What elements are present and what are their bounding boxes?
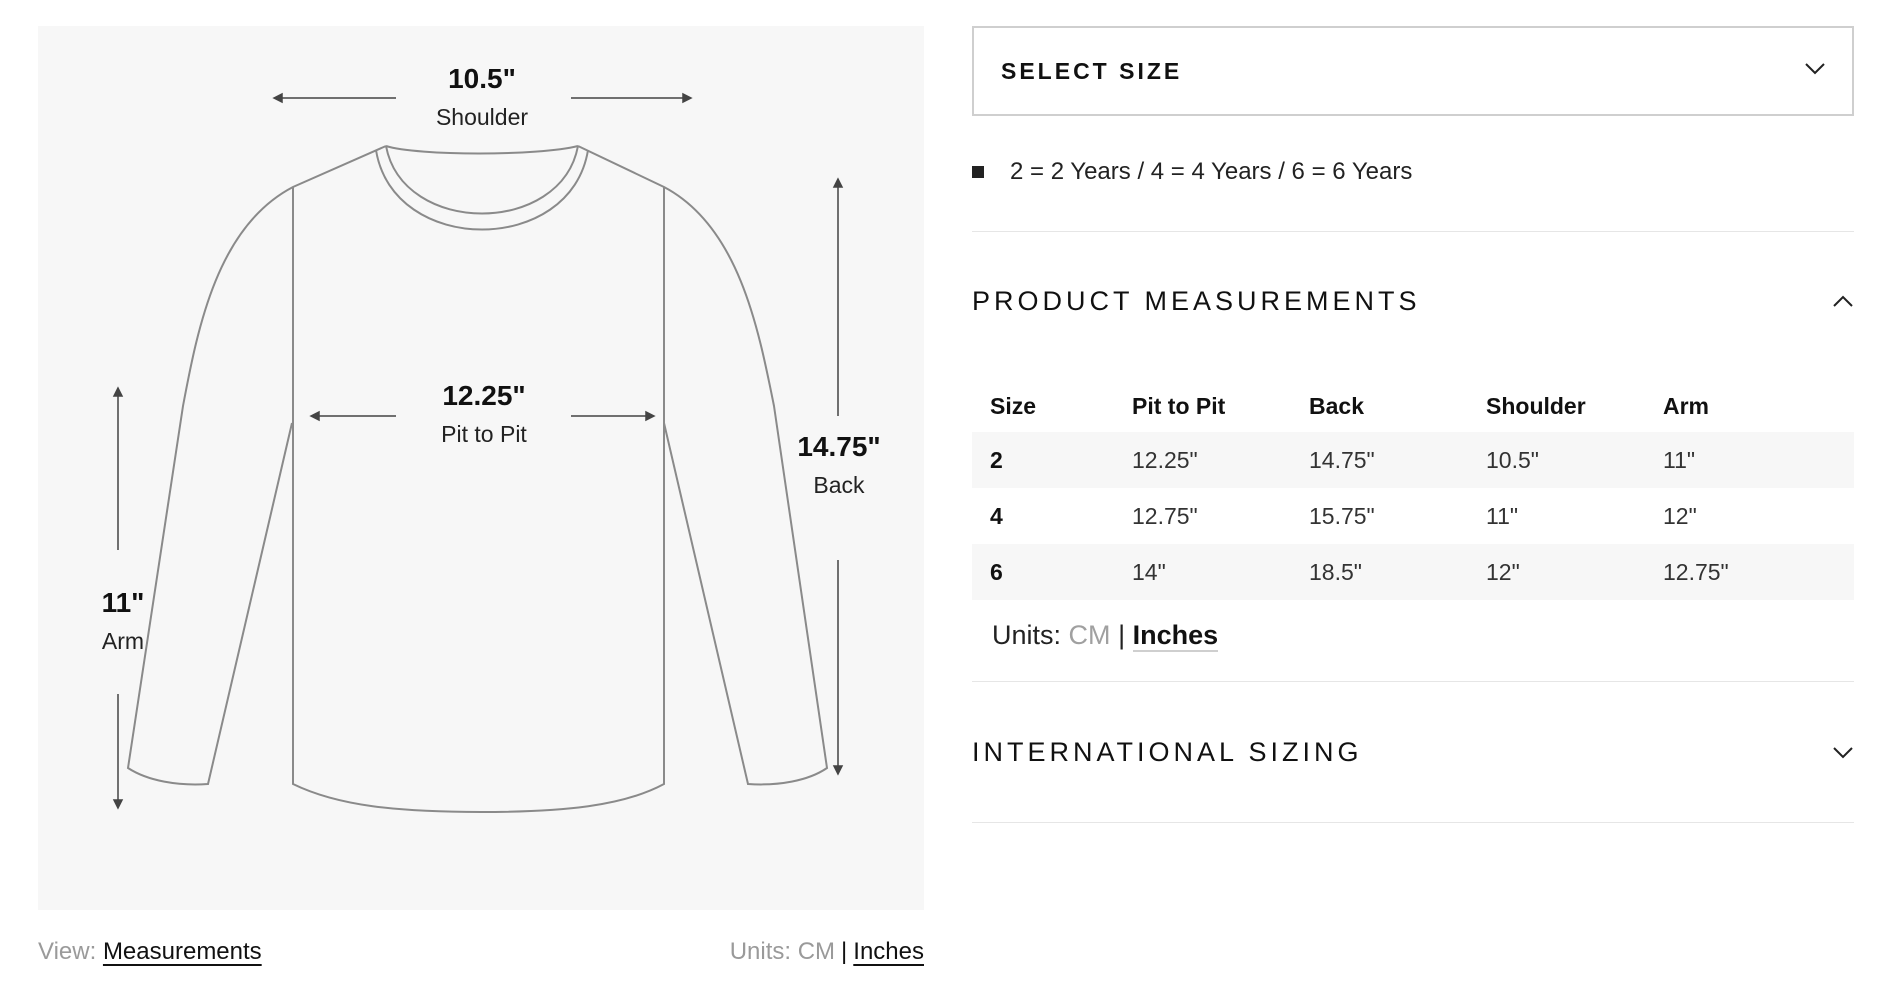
- divider: [972, 231, 1854, 232]
- table-cell: 18.5": [1309, 544, 1486, 600]
- table-cell: 14.75": [1309, 432, 1486, 488]
- arm-dimension: 11" Arm: [102, 586, 145, 656]
- table-cell: 12.75": [1132, 502, 1198, 529]
- divider: [972, 681, 1854, 682]
- pit-value: 12.25": [442, 380, 526, 411]
- table-cell: 4: [990, 502, 1003, 529]
- diagram-units-separator: |: [841, 938, 848, 965]
- view-measurements-link[interactable]: Measurements: [103, 938, 262, 965]
- table-cell: 6: [972, 544, 1132, 600]
- product-measurements-header[interactable]: PRODUCT MEASUREMENTS: [972, 286, 1421, 317]
- sweater-diagram-panel: 10.5" Shoulder 12.25" Pit to Pit 14.75" …: [38, 26, 924, 910]
- chevron-down-icon[interactable]: [1832, 746, 1854, 760]
- divider: [972, 822, 1854, 823]
- chevron-up-icon[interactable]: [1832, 294, 1854, 308]
- pit-label: Pit to Pit: [441, 421, 527, 447]
- back-label: Back: [813, 472, 865, 498]
- table-row: 4 12.75" 15.75" 11" 12": [972, 488, 1854, 544]
- back-dimension: 14.75" Back: [797, 430, 880, 500]
- table-row: 2 12.25" 14.75" 10.5" 11": [972, 432, 1854, 488]
- table-cell: 15.75": [1309, 502, 1375, 529]
- table-units-cm-link[interactable]: CM: [1069, 620, 1111, 650]
- table-header-row: Size Pit to Pit Back Shoulder Arm: [972, 380, 1854, 432]
- diagram-units-cm-link[interactable]: CM: [798, 938, 835, 965]
- size-legend: 2 = 2 Years / 4 = 4 Years / 6 = 6 Years: [972, 158, 1412, 186]
- back-value: 14.75": [797, 431, 881, 462]
- international-sizing-header[interactable]: INTERNATIONAL SIZING: [972, 737, 1363, 768]
- column-header-shoulder: Shoulder: [1486, 392, 1586, 419]
- size-legend-text: 2 = 2 Years / 4 = 4 Years / 6 = 6 Years: [1010, 158, 1413, 185]
- measurements-table: Size Pit to Pit Back Shoulder Arm 2 12.2…: [972, 380, 1854, 600]
- table-cell: 12.75": [1663, 544, 1854, 600]
- arm-value: 11": [101, 587, 145, 618]
- shoulder-value: 10.5": [448, 63, 516, 94]
- table-cell: 14": [1132, 544, 1309, 600]
- bullet-icon: [972, 166, 984, 178]
- diagram-units-switcher: Units: CM | Inches: [730, 938, 924, 966]
- international-sizing-title: INTERNATIONAL SIZING: [972, 737, 1363, 767]
- column-header-pit: Pit to Pit: [1132, 392, 1226, 419]
- column-header-back: Back: [1309, 392, 1364, 419]
- table-row: 6 14" 18.5" 12" 12.75": [972, 544, 1854, 600]
- table-units-switcher: Units: CM | Inches: [992, 620, 1219, 652]
- table-cell: 12.25": [1132, 432, 1309, 488]
- pit-dimension: 12.25" Pit to Pit: [441, 379, 527, 449]
- table-cell: 2: [972, 432, 1132, 488]
- view-switcher: View: Measurements: [38, 938, 262, 966]
- select-size-dropdown[interactable]: SELECT SIZE: [972, 26, 1854, 116]
- table-cell: 10.5": [1486, 432, 1663, 488]
- column-header-arm: Arm: [1663, 392, 1710, 419]
- arm-label: Arm: [101, 628, 145, 654]
- column-header-size: Size: [990, 392, 1037, 419]
- table-units-inches-link[interactable]: Inches: [1132, 620, 1219, 652]
- table-cell: 11": [1663, 432, 1854, 488]
- product-measurements-title: PRODUCT MEASUREMENTS: [972, 286, 1421, 316]
- sweater-outline-illustration: [112, 92, 844, 814]
- table-cell: 12": [1663, 502, 1697, 529]
- shoulder-dimension: 10.5" Shoulder: [436, 62, 528, 132]
- table-cell: 12": [1486, 544, 1663, 600]
- table-cell: 11": [1486, 502, 1519, 529]
- shoulder-label: Shoulder: [435, 104, 529, 130]
- diagram-units-inches-link[interactable]: Inches: [853, 938, 924, 965]
- view-prefix: View:: [38, 938, 97, 965]
- diagram-units-prefix: Units:: [729, 938, 792, 965]
- table-units-prefix: Units:: [992, 620, 1062, 650]
- chevron-down-icon: [1805, 63, 1825, 75]
- table-units-separator: |: [1118, 620, 1126, 650]
- select-size-label: SELECT SIZE: [1001, 58, 1183, 84]
